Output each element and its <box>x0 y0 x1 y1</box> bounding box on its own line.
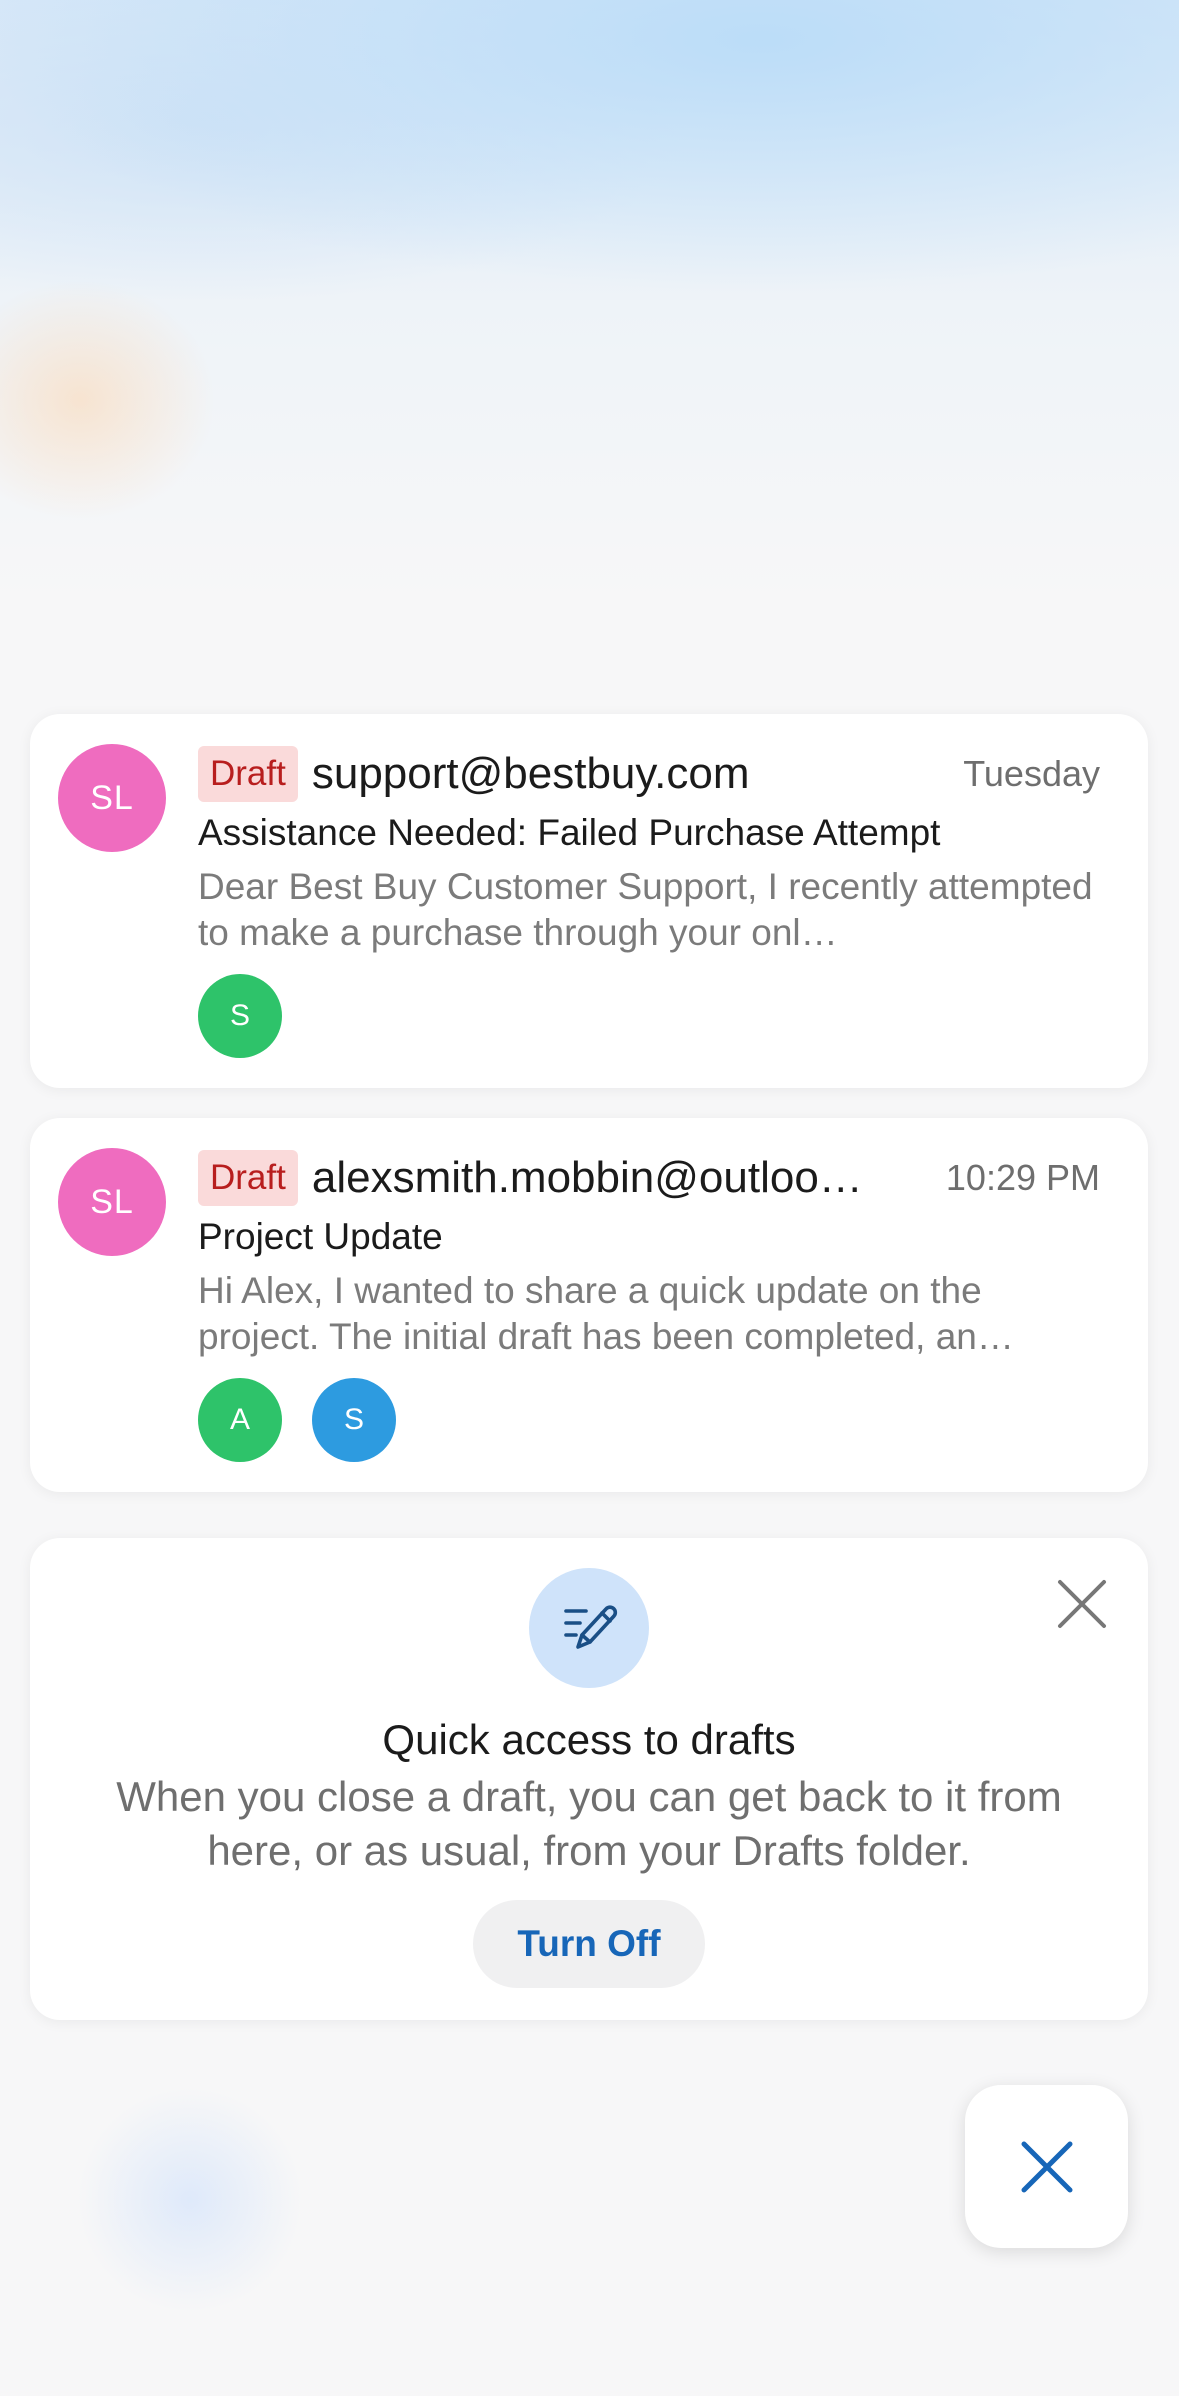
drafts-tip-card: Quick access to drafts When you close a … <box>30 1538 1148 2020</box>
recipient-avatar: S <box>198 974 282 1058</box>
close-drafts-button[interactable] <box>965 2085 1128 2248</box>
draft-preview: Dear Best Buy Customer Support, I recent… <box>198 866 1093 953</box>
sender-avatar: SL <box>58 1148 166 1256</box>
draft-timestamp: Tuesday <box>963 753 1100 794</box>
draft-card[interactable]: SL Draft alexsmith.mobbin@outloo… 10:29 … <box>30 1118 1148 1492</box>
sender-address: support@bestbuy.com <box>311 749 750 798</box>
recipient-avatar: S <box>312 1378 396 1462</box>
compose-pencil-icon <box>529 1568 649 1688</box>
sender-address: alexsmith.mobbin@outloo… <box>311 1153 863 1202</box>
recipient-list: S <box>198 974 282 1058</box>
turn-off-button[interactable]: Turn Off <box>473 1900 705 1988</box>
draft-timestamp: 10:29 PM <box>945 1157 1100 1198</box>
tip-title: Quick access to drafts <box>382 1716 796 1763</box>
tip-body: When you close a draft, you can get back… <box>116 1773 1062 1874</box>
draft-badge: Draft <box>198 746 298 802</box>
recipient-list: A S <box>198 1378 396 1462</box>
draft-badge: Draft <box>198 1150 298 1206</box>
close-icon <box>1021 2141 1072 2192</box>
close-icon[interactable] <box>1052 1574 1112 1634</box>
draft-card[interactable]: SL Draft support@bestbuy.com Tuesday Ass… <box>30 714 1148 1088</box>
draft-subject: Project Update <box>198 1216 443 1257</box>
sender-avatar: SL <box>58 744 166 852</box>
draft-header-row: Draft alexsmith.mobbin@outloo… 10:29 PM <box>198 1148 1100 1208</box>
draft-subject: Assistance Needed: Failed Purchase Attem… <box>198 812 941 853</box>
draft-header-row: Draft support@bestbuy.com Tuesday <box>198 744 1100 804</box>
draft-preview: Hi Alex, I wanted to share a quick updat… <box>198 1270 1014 1357</box>
recipient-avatar: A <box>198 1378 282 1462</box>
